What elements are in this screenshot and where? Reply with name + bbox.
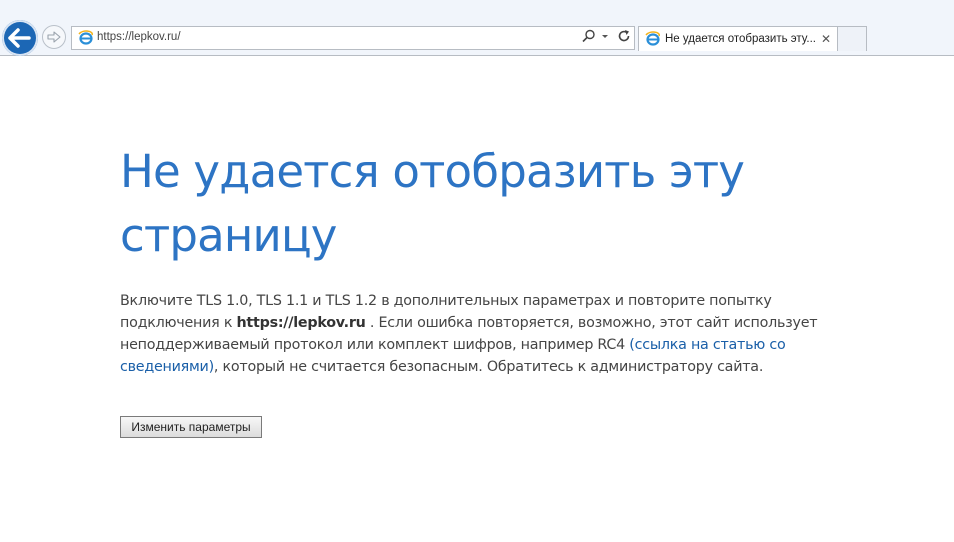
close-icon[interactable]: ✕ bbox=[821, 32, 831, 46]
tab-title: Не удается отобразить эту... bbox=[665, 33, 816, 45]
back-arrow-icon bbox=[8, 28, 31, 48]
host-name: https://lepkov.ru bbox=[236, 315, 366, 331]
url-text[interactable]: https://lepkov.ru/ bbox=[97, 31, 181, 43]
description-text: , который не считается безопасным. Обрат… bbox=[213, 359, 764, 375]
ie-icon bbox=[645, 31, 660, 46]
browser-tab[interactable]: Не удается отобразить эту... ✕ bbox=[638, 26, 838, 51]
change-settings-button[interactable]: Изменить параметры bbox=[120, 416, 262, 438]
dropdown-icon[interactable] bbox=[600, 29, 610, 43]
forward-arrow-icon bbox=[47, 31, 61, 43]
error-content: Не удается отобразить эту страницу Включ… bbox=[120, 140, 840, 378]
ie-icon bbox=[78, 30, 93, 45]
new-tab-button[interactable] bbox=[838, 26, 867, 51]
browser-toolbar: https://lepkov.ru/ Не удается отобразить… bbox=[0, 0, 954, 56]
forward-button[interactable] bbox=[42, 25, 66, 49]
refresh-icon[interactable] bbox=[617, 29, 631, 43]
back-button[interactable] bbox=[2, 20, 38, 56]
search-icon[interactable] bbox=[582, 29, 596, 43]
address-bar[interactable]: https://lepkov.ru/ bbox=[71, 26, 635, 50]
error-description: Включите TLS 1.0, TLS 1.1 и TLS 1.2 в до… bbox=[120, 290, 840, 378]
page-title: Не удается отобразить эту страницу bbox=[120, 145, 745, 262]
